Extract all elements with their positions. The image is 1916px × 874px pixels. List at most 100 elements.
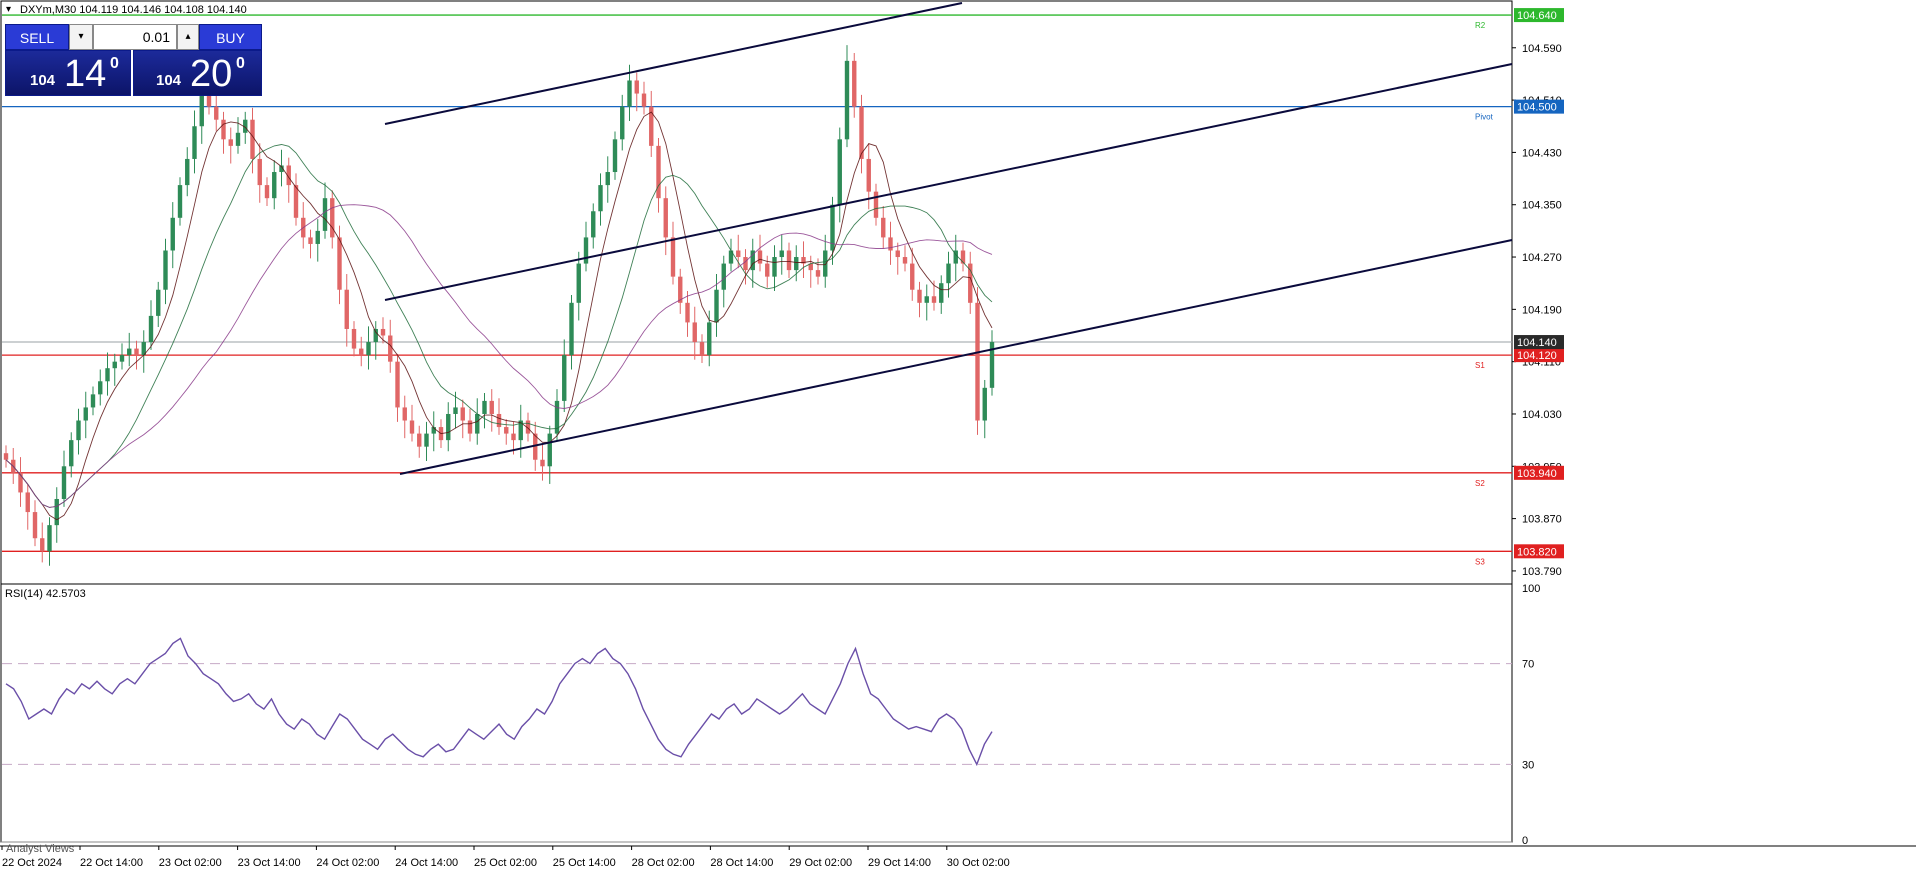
level-price-label: 104.120 bbox=[1517, 350, 1557, 362]
candle-body bbox=[467, 420, 473, 434]
candle-body bbox=[192, 126, 197, 159]
candle-body bbox=[547, 433, 552, 467]
candle-body bbox=[344, 289, 349, 329]
level-name-label: S1 bbox=[1475, 361, 1485, 370]
candle-body bbox=[308, 237, 313, 244]
candle-body bbox=[76, 420, 81, 441]
time-label: 25 Oct 14:00 bbox=[553, 857, 616, 869]
buy-quote-big: 20 bbox=[190, 53, 233, 95]
candle-body bbox=[931, 296, 937, 303]
volume-up-icon[interactable]: ▴ bbox=[177, 24, 199, 50]
analyst-views-tab[interactable]: Analyst Views bbox=[6, 843, 74, 855]
price-tick-label: 104.270 bbox=[1522, 252, 1562, 264]
candle-body bbox=[743, 257, 748, 271]
current-price-label: 104.140 bbox=[1517, 337, 1557, 349]
level-price-label: 104.640 bbox=[1517, 10, 1557, 22]
candle-body bbox=[351, 328, 357, 349]
candle-body bbox=[583, 237, 589, 264]
candle-body bbox=[395, 361, 400, 408]
time-label: 22 Oct 2024 bbox=[2, 857, 62, 869]
candle-body bbox=[612, 139, 618, 173]
candle-body bbox=[489, 400, 494, 414]
time-label: 28 Oct 02:00 bbox=[632, 857, 695, 869]
candle-body bbox=[496, 413, 502, 428]
collapse-arrow-icon[interactable]: ▾ bbox=[6, 4, 11, 15]
candle-body bbox=[794, 257, 799, 271]
candle-body bbox=[569, 302, 574, 356]
candle-body bbox=[902, 257, 908, 264]
level-name-label: Pivot bbox=[1475, 113, 1494, 122]
candle-body bbox=[330, 198, 335, 238]
candle-body bbox=[975, 302, 980, 421]
candle-body bbox=[177, 185, 183, 218]
sell-button[interactable]: SELL bbox=[5, 24, 69, 50]
candle-body bbox=[692, 322, 697, 343]
candle-body bbox=[714, 289, 719, 323]
sell-quote[interactable]: 104 14 0 bbox=[5, 50, 131, 96]
candle-body bbox=[721, 263, 726, 290]
buy-button[interactable]: BUY bbox=[199, 24, 262, 50]
candle-body bbox=[786, 250, 792, 271]
candle-body bbox=[699, 342, 705, 356]
candle-body bbox=[380, 328, 386, 336]
candle-body bbox=[475, 413, 480, 434]
candle-body bbox=[40, 538, 45, 552]
sell-quote-prefix: 104 bbox=[30, 72, 56, 89]
candle-body bbox=[54, 498, 59, 526]
buy-quote[interactable]: 104 20 0 bbox=[133, 50, 262, 96]
price-chart[interactable]: 104.590104.510104.430104.350104.270104.1… bbox=[0, 0, 1916, 874]
volume-input[interactable] bbox=[93, 24, 177, 50]
candle-body bbox=[199, 93, 204, 127]
candle-body bbox=[417, 433, 422, 447]
candle-body bbox=[627, 80, 632, 107]
candle-body bbox=[32, 512, 38, 539]
candle-body bbox=[47, 525, 52, 552]
candle-body bbox=[221, 119, 226, 140]
candle-body bbox=[888, 237, 893, 251]
candle-body bbox=[156, 289, 161, 316]
rsi-tick-label: 100 bbox=[1522, 583, 1540, 595]
candle-body bbox=[757, 250, 763, 264]
level-price-label: 104.500 bbox=[1517, 102, 1557, 114]
candle-body bbox=[598, 185, 603, 212]
candle-body bbox=[119, 355, 125, 362]
candle-body bbox=[148, 315, 154, 343]
time-label: 29 Oct 14:00 bbox=[868, 857, 931, 869]
candle-body bbox=[736, 250, 741, 258]
candle-body bbox=[504, 427, 509, 434]
rsi-pane-frame bbox=[0, 583, 1513, 843]
candle-body bbox=[163, 250, 168, 290]
candle-body bbox=[765, 263, 770, 277]
time-label: 24 Oct 02:00 bbox=[316, 857, 379, 869]
candle-body bbox=[402, 407, 407, 421]
level-price-label: 103.940 bbox=[1517, 468, 1557, 480]
candle-body bbox=[25, 492, 30, 513]
time-label: 30 Oct 02:00 bbox=[947, 857, 1010, 869]
candle-body bbox=[460, 407, 465, 421]
candle-body bbox=[634, 80, 639, 94]
volume-dropdown-icon[interactable]: ▾ bbox=[69, 24, 93, 50]
level-name-label: S2 bbox=[1475, 479, 1485, 488]
price-tick-label: 104.190 bbox=[1522, 304, 1562, 316]
ma-slow-line bbox=[5, 204, 993, 508]
candle-body bbox=[873, 191, 879, 218]
rsi-indicator-label: RSI(14) 42.5703 bbox=[5, 588, 86, 600]
price-tick-label: 104.350 bbox=[1522, 200, 1562, 212]
candle-body bbox=[424, 433, 429, 447]
candle-body bbox=[214, 106, 219, 120]
candle-body bbox=[823, 250, 828, 277]
candle-body bbox=[605, 172, 610, 186]
candle-body bbox=[272, 172, 277, 199]
candle-body bbox=[924, 296, 929, 303]
candle-body bbox=[453, 407, 458, 414]
candle-body bbox=[844, 60, 850, 140]
candle-body bbox=[112, 361, 117, 369]
level-name-label: R2 bbox=[1475, 21, 1486, 30]
candle-body bbox=[656, 145, 661, 199]
buy-quote-sup: 0 bbox=[236, 55, 245, 72]
candle-body bbox=[105, 368, 110, 382]
candle-body bbox=[185, 158, 190, 186]
rsi-tick-label: 30 bbox=[1522, 759, 1534, 771]
candle-body bbox=[511, 433, 516, 441]
level-name-label: S3 bbox=[1475, 557, 1485, 566]
